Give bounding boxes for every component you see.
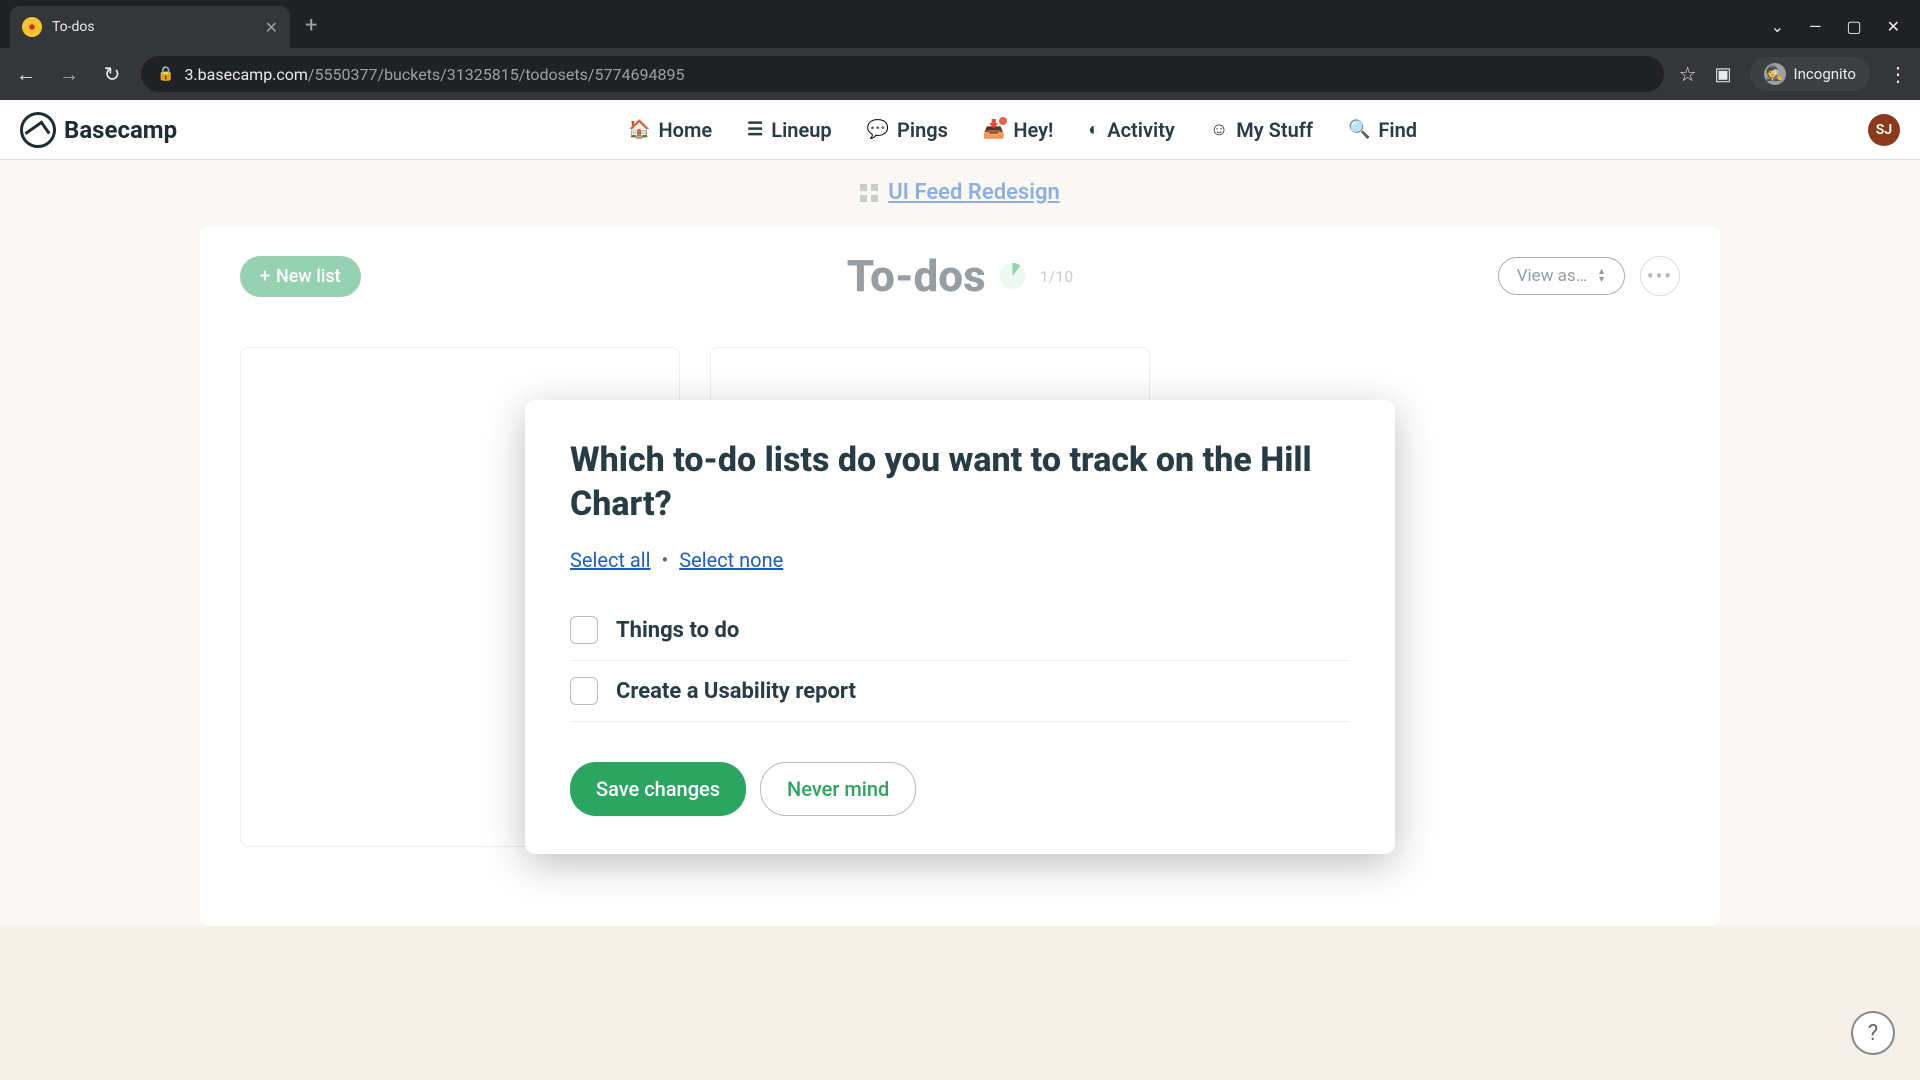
find-icon: 🔍 [1348, 119, 1370, 140]
separator: • [662, 548, 669, 572]
logo[interactable]: Basecamp [20, 112, 177, 148]
nav-mystuff[interactable]: ☺ My Stuff [1210, 118, 1313, 142]
bookmark-icon[interactable]: ☆ [1679, 62, 1697, 86]
modal-overlay: Which to-do lists do you want to track o… [0, 160, 1920, 926]
mystuff-icon: ☺ [1210, 119, 1228, 140]
select-all-link[interactable]: Select all [570, 548, 651, 572]
list-options: Things to do Create a Usability report [570, 600, 1350, 722]
tab-dropdown-icon[interactable]: ⌄ [1771, 17, 1784, 36]
page-content: UI Feed Redesign + New list To-dos 1/10 … [0, 160, 1920, 926]
checkbox[interactable] [570, 677, 598, 705]
main-nav: Basecamp 🏠 Home ☰ Lineup 💬 Pings 📥 Hey! … [0, 100, 1920, 160]
notification-dot-icon [999, 117, 1007, 125]
select-links: Select all • Select none [570, 548, 1350, 572]
nav-home[interactable]: 🏠 Home [628, 118, 712, 142]
avatar[interactable]: SJ [1868, 114, 1900, 146]
list-option[interactable]: Things to do [570, 600, 1350, 660]
list-option[interactable]: Create a Usability report [570, 660, 1350, 721]
option-label: Things to do [616, 618, 739, 643]
lineup-icon: ☰ [747, 119, 763, 140]
browser-menu-icon[interactable]: ⋮ [1888, 62, 1908, 86]
hey-icon: 📥 [983, 119, 1005, 140]
url-text: 3.basecamp.com/5550377/buckets/31325815/… [184, 65, 684, 84]
select-none-link[interactable]: Select none [679, 548, 783, 572]
extensions-icon[interactable]: ▣ [1715, 64, 1732, 85]
maximize-icon[interactable]: ▢ [1846, 17, 1861, 36]
nav-find[interactable]: 🔍 Find [1348, 118, 1417, 142]
home-icon: 🏠 [628, 119, 650, 140]
cancel-button[interactable]: Never mind [760, 762, 916, 816]
browser-tab[interactable]: To-dos ✕ [10, 6, 290, 48]
logo-text: Basecamp [64, 116, 177, 144]
minimize-icon[interactable]: — [1809, 17, 1822, 36]
url-field[interactable]: 🔒 3.basecamp.com/5550377/buckets/3132581… [141, 56, 1664, 92]
toolbar-right: ☆ ▣ 🕵 Incognito ⋮ [1679, 57, 1908, 91]
forward-button[interactable]: → [55, 62, 83, 87]
incognito-icon: 🕵 [1764, 63, 1786, 85]
logo-icon [20, 112, 56, 148]
modal-title: Which to-do lists do you want to track o… [570, 438, 1350, 526]
pings-icon: 💬 [867, 119, 889, 140]
activity-icon: ◐ [1088, 119, 1099, 140]
help-button[interactable]: ? [1851, 1011, 1895, 1055]
close-tab-icon[interactable]: ✕ [265, 18, 278, 37]
nav-pings[interactable]: 💬 Pings [867, 118, 948, 142]
window-controls: ⌄ — ▢ ✕ [1771, 17, 1920, 36]
nav-lineup[interactable]: ☰ Lineup [747, 118, 832, 142]
address-bar: ← → ↻ 🔒 3.basecamp.com/5550377/buckets/3… [0, 48, 1920, 100]
browser-tab-bar: To-dos ✕ + ⌄ — ▢ ✕ [0, 0, 1920, 48]
option-label: Create a Usability report [616, 679, 856, 704]
incognito-badge[interactable]: 🕵 Incognito [1750, 57, 1870, 91]
close-window-icon[interactable]: ✕ [1887, 17, 1900, 36]
reload-button[interactable]: ↻ [98, 62, 126, 86]
nav-activity[interactable]: ◐ Activity [1088, 118, 1174, 142]
nav-hey[interactable]: 📥 Hey! [983, 118, 1054, 142]
new-tab-button[interactable]: + [305, 13, 317, 38]
checkbox[interactable] [570, 616, 598, 644]
lock-icon: 🔒 [157, 66, 174, 82]
tab-favicon-icon [22, 17, 42, 37]
hill-chart-modal: Which to-do lists do you want to track o… [525, 400, 1395, 854]
tab-title: To-dos [52, 19, 255, 35]
save-button[interactable]: Save changes [570, 762, 746, 816]
modal-actions: Save changes Never mind [570, 752, 1350, 816]
incognito-label: Incognito [1794, 65, 1856, 83]
back-button[interactable]: ← [12, 62, 40, 87]
nav-items: 🏠 Home ☰ Lineup 💬 Pings 📥 Hey! ◐ Activit… [628, 118, 1417, 142]
